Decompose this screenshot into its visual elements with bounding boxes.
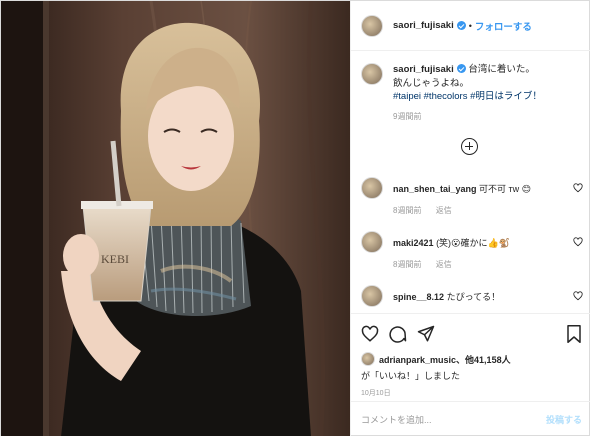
comment-time[interactable]: 8週間前 [393, 206, 421, 215]
add-comment-bar: 投稿する [351, 401, 590, 436]
caption-body: saori_fujisaki 台湾に着いた。 飲んじゃうよね。 #taipei … [393, 63, 542, 123]
comment-item: maki2421 (笑)😮確かに👍🐒 8週間前 返信 [361, 231, 583, 270]
comment-avatar[interactable] [361, 285, 383, 307]
comment-username[interactable]: nan_shen_tai_yang [393, 184, 477, 194]
post-comment-button[interactable]: 投稿する [546, 413, 582, 426]
comment-text: nan_shen_tai_yang 可不可 ᴛᴡ 😊 [393, 182, 573, 195]
header-username[interactable]: saori_fujisaki [393, 20, 454, 31]
comment-time[interactable]: 8週間前 [393, 260, 421, 269]
comment-avatar[interactable] [361, 231, 383, 253]
caption-line1: 台湾に着いた。 [468, 64, 535, 75]
comment-body: 可不可 ᴛᴡ 😊 [479, 183, 532, 194]
comment-body: たぴってる！ [446, 291, 501, 302]
hashtag-link[interactable]: #thecolors [424, 91, 468, 102]
likes-text-line2: が「いいね！」しました [361, 371, 461, 381]
cup-brand-text: KEBI [101, 252, 129, 266]
post-photo[interactable]: KEBI [1, 1, 350, 436]
verified-badge-icon [456, 64, 466, 73]
post-actions: adrianpark_music、他41,158人 が「いいね！」しました 10… [351, 313, 590, 398]
share-icon[interactable] [417, 325, 435, 343]
bookmark-icon[interactable] [566, 325, 582, 343]
comment-username[interactable]: spine__8.12 [393, 292, 444, 302]
action-icons [361, 322, 582, 346]
like-heart-icon[interactable] [361, 325, 379, 343]
post-date[interactable]: 10月10日 [361, 388, 582, 398]
reply-button[interactable]: 返信 [436, 206, 452, 215]
photo-illustration: KEBI [1, 1, 350, 436]
likes-text: adrianpark_music、他41,158人 [379, 353, 511, 366]
comment-meta: 8週間前 返信 [393, 259, 583, 270]
caption-line2: 飲んじゃうよね。 [393, 77, 470, 89]
liker-avatar[interactable] [361, 352, 375, 366]
reply-button[interactable]: 返信 [436, 260, 452, 269]
follow-button[interactable]: フォローする [475, 19, 532, 33]
comment-body: (笑)😮確かに👍🐒 [436, 237, 510, 248]
caption: saori_fujisaki 台湾に着いた。 飲んじゃうよね。 #taipei … [361, 63, 583, 123]
comment-text: spine__8.12 たぴってる！ [393, 290, 573, 303]
caption-username[interactable]: saori_fujisaki [393, 64, 454, 75]
comment-input[interactable] [361, 414, 546, 425]
like-comment-heart-icon[interactable] [573, 237, 583, 247]
like-comment-heart-icon[interactable] [573, 183, 583, 193]
separator-dot: • [468, 20, 472, 31]
comment-item: nan_shen_tai_yang 可不可 ᴛᴡ 😊 8週間前 返信 [361, 177, 583, 216]
likes-count[interactable]: 、他41,158人 [456, 355, 511, 365]
comment-avatar[interactable] [361, 177, 383, 199]
caption-avatar[interactable] [361, 63, 383, 85]
hashtag-link[interactable]: #taipei [393, 91, 421, 102]
comment-text: maki2421 (笑)😮確かに👍🐒 [393, 236, 573, 249]
post-header: saori_fujisaki • フォローする [351, 1, 590, 51]
verified-badge-icon [456, 21, 466, 30]
comment-meta: 8週間前 返信 [393, 205, 583, 216]
comment-bubble-icon[interactable] [389, 325, 407, 343]
load-more-comments-icon[interactable] [461, 138, 478, 155]
post-dialog: KEBI saori_fujisaki • フォローする saori_fujis… [0, 0, 590, 436]
avatar[interactable] [361, 14, 383, 37]
comment-username[interactable]: maki2421 [393, 238, 434, 248]
post-sidebar: saori_fujisaki • フォローする saori_fujisaki 台… [350, 1, 590, 436]
likes-summary: adrianpark_music、他41,158人 [361, 352, 582, 366]
hashtag-link[interactable]: #明日はライブ！ [470, 91, 542, 102]
comment-item: spine__8.12 たぴってる！ [361, 285, 583, 307]
liker-username[interactable]: adrianpark_music [379, 355, 456, 365]
like-comment-heart-icon[interactable] [573, 291, 583, 301]
caption-time[interactable]: 9週間前 [393, 110, 542, 124]
